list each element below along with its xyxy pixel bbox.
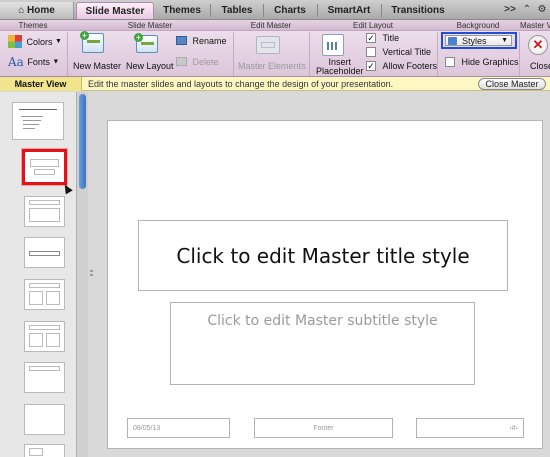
slide-number-placeholder[interactable]: ‹#› bbox=[416, 418, 524, 438]
grid-glyph bbox=[327, 42, 339, 50]
layout-bar bbox=[87, 40, 100, 43]
master-elements-icon[interactable] bbox=[256, 36, 280, 54]
home-icon: ⌂ bbox=[18, 5, 25, 16]
fonts-icon: Aa bbox=[8, 55, 24, 69]
allow-footers-checkbox[interactable]: ✓ Allow Footers bbox=[366, 60, 437, 71]
powerpoint-window: ⌂ Home Slide Master Themes Tables Charts… bbox=[0, 0, 550, 457]
group-title-edit-master: Edit Master bbox=[250, 21, 292, 30]
pane-resize-handle[interactable] bbox=[89, 268, 94, 282]
delete-icon bbox=[176, 57, 187, 67]
thumbnail-list bbox=[0, 92, 76, 457]
close-master-view-button[interactable]: Close bbox=[530, 61, 550, 71]
subtitle-placeholder[interactable]: Click to edit Master subtitle style bbox=[170, 302, 475, 385]
chevron-down-icon: ▼ bbox=[52, 58, 60, 66]
tab-charts[interactable]: Charts bbox=[264, 2, 316, 19]
ribbon-tab-bar: ⌂ Home Slide Master Themes Tables Charts… bbox=[0, 0, 550, 20]
layout-thumbnail[interactable] bbox=[24, 444, 65, 457]
layout-thumbnail[interactable] bbox=[24, 404, 65, 435]
gear-icon[interactable]: ⚙ bbox=[535, 3, 549, 17]
tab-slide-master[interactable]: Slide Master bbox=[76, 2, 154, 19]
rename-icon bbox=[176, 36, 187, 46]
new-layout-button[interactable]: New Layout bbox=[126, 61, 174, 71]
slide-editing-area: Click to edit Master title style Click t… bbox=[95, 92, 550, 457]
paint-bucket-icon bbox=[448, 37, 457, 45]
mouse-cursor-icon bbox=[61, 182, 73, 195]
title-checkbox[interactable]: ✓ Title bbox=[366, 32, 399, 43]
date-placeholder[interactable]: 08/05/13 bbox=[127, 418, 230, 438]
tab-divider bbox=[210, 4, 211, 17]
delete-button[interactable]: Delete bbox=[176, 56, 219, 67]
tab-overflow-icon[interactable]: >> bbox=[503, 3, 517, 17]
layout-bar bbox=[141, 42, 154, 45]
tab-themes[interactable]: Themes bbox=[156, 2, 208, 19]
vertical-title-checkbox[interactable]: Vertical Title bbox=[366, 46, 431, 57]
colors-button[interactable]: Colors ▼ bbox=[8, 35, 62, 48]
insert-placeholder-button[interactable]: Insert Placeholder bbox=[316, 58, 364, 76]
layout-thumbnail[interactable] bbox=[24, 196, 65, 227]
tab-home[interactable]: ⌂ Home bbox=[0, 2, 74, 19]
layout-thumbnail[interactable] bbox=[24, 362, 65, 393]
new-layout-icon[interactable]: + bbox=[134, 33, 158, 53]
slide-canvas: Click to edit Master title style Click t… bbox=[107, 120, 543, 449]
checkbox-icon bbox=[366, 46, 376, 57]
layout-thumbnail-title-selected[interactable] bbox=[22, 149, 67, 185]
thumbnail-scrollbar[interactable] bbox=[76, 92, 88, 457]
placeholder-glyph bbox=[261, 42, 275, 48]
tab-tables[interactable]: Tables bbox=[212, 2, 262, 19]
color-swatch-icon bbox=[8, 35, 22, 48]
close-master-button[interactable]: Close Master bbox=[478, 78, 546, 90]
rename-button[interactable]: Rename bbox=[176, 35, 227, 46]
group-divider bbox=[67, 32, 68, 76]
master-view-infobar: Master View Edit the master slides and l… bbox=[0, 77, 550, 91]
title-placeholder[interactable]: Click to edit Master title style bbox=[138, 220, 508, 291]
infobar-message: Edit the master slides and layouts to ch… bbox=[88, 79, 394, 89]
layout-thumbnail[interactable] bbox=[24, 279, 65, 310]
collapse-ribbon-icon[interactable]: ⌃ bbox=[520, 3, 534, 17]
group-title-slide-master: Slide Master bbox=[127, 21, 173, 30]
tab-transitions[interactable]: Transitions bbox=[382, 2, 454, 19]
master-elements-button[interactable]: Master Elements bbox=[238, 61, 306, 71]
insert-placeholder-icon[interactable] bbox=[322, 34, 344, 56]
new-master-button[interactable]: New Master bbox=[73, 61, 121, 71]
chevron-down-icon: ▼ bbox=[501, 37, 508, 44]
footer-placeholder[interactable]: Footer bbox=[254, 418, 393, 438]
background-styles-dropdown[interactable]: Styles ▼ bbox=[445, 35, 512, 46]
master-slide-thumbnail[interactable] bbox=[12, 102, 64, 140]
tab-smartart[interactable]: SmartArt bbox=[318, 2, 380, 19]
plus-icon: + bbox=[80, 31, 89, 40]
group-divider bbox=[309, 32, 310, 76]
group-title-background: Background bbox=[456, 21, 500, 30]
checkbox-checked-icon: ✓ bbox=[366, 60, 376, 71]
master-view-label: Master View bbox=[0, 77, 82, 91]
slide-thumbnail-pane bbox=[0, 92, 88, 457]
fonts-button[interactable]: Aa Fonts ▼ bbox=[8, 55, 59, 69]
group-title-themes: Themes bbox=[18, 21, 48, 30]
group-divider bbox=[519, 32, 520, 76]
close-master-icon[interactable]: ✕ bbox=[528, 35, 548, 55]
group-divider bbox=[233, 32, 234, 76]
layout-thumbnail[interactable] bbox=[24, 321, 65, 352]
group-divider bbox=[437, 32, 438, 76]
layout-thumbnail[interactable] bbox=[24, 237, 65, 268]
chevron-down-icon: ▼ bbox=[55, 38, 62, 45]
scrollbar-thumb[interactable] bbox=[79, 94, 86, 189]
checkbox-checked-icon: ✓ bbox=[366, 32, 376, 43]
group-title-edit-layout: Edit Layout bbox=[352, 21, 394, 30]
hide-graphics-checkbox[interactable]: Hide Graphics bbox=[445, 56, 519, 67]
ribbon: Themes Slide Master Edit Master Edit Lay… bbox=[0, 20, 550, 77]
group-title-master-view: Master Vi bbox=[520, 21, 550, 30]
new-master-icon[interactable]: + bbox=[80, 31, 104, 53]
checkbox-icon bbox=[445, 56, 455, 67]
plus-icon: + bbox=[134, 33, 143, 42]
